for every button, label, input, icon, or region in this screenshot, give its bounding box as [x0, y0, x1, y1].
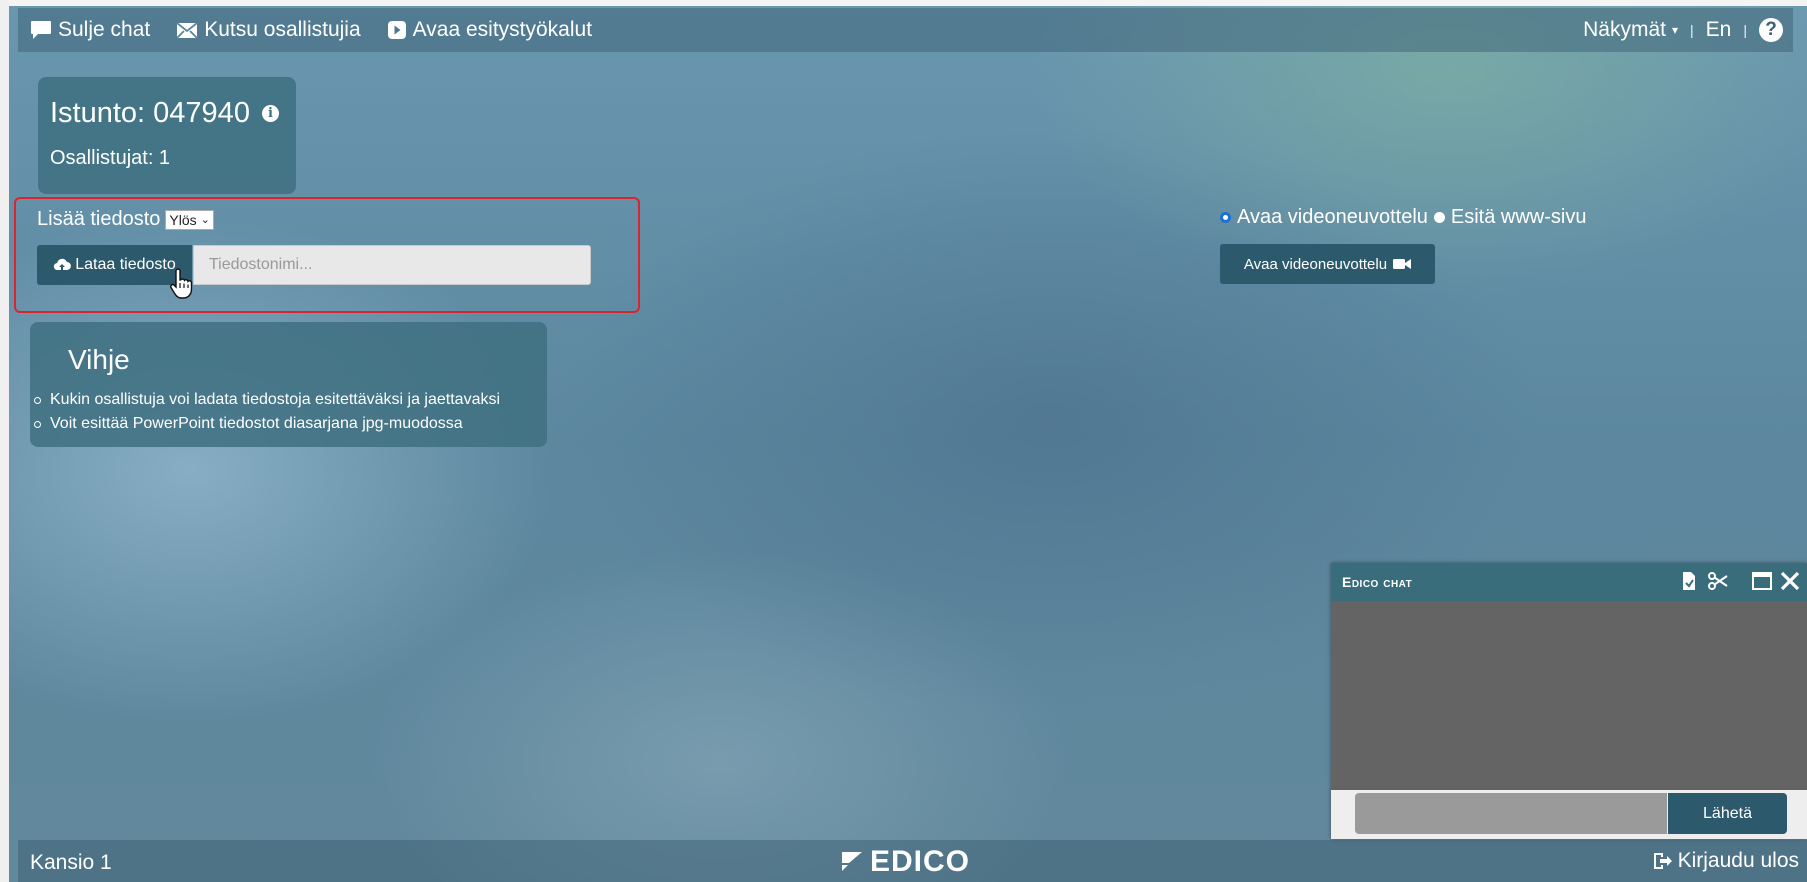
scissors-icon[interactable] [1707, 571, 1729, 591]
position-select[interactable]: Ylös ⌄ [165, 209, 214, 230]
chevron-down-icon: ⌄ [200, 214, 210, 226]
close-icon[interactable] [1779, 570, 1801, 592]
hint-item: Kukin osallistuja voi ladata tiedostoja … [34, 388, 500, 412]
window-left-edge [0, 0, 9, 882]
edico-logo-text: EDICO [870, 845, 971, 878]
views-dropdown[interactable]: Näkymät ▾ [1583, 18, 1678, 42]
views-label: Näkymät [1583, 18, 1666, 41]
session-title-row: Istunto: 047940 i [50, 97, 279, 130]
cloud-upload-icon [54, 258, 72, 271]
edico-logo: EDICO [840, 845, 970, 879]
chat-window: Edico chat Lähetä [1331, 563, 1807, 839]
radio-present-web-page-label: Esitä www-sivu [1450, 206, 1587, 228]
chat-composer: Lähetä [1331, 790, 1807, 839]
participants-count: Osallistujat: 1 [50, 147, 171, 169]
comment-icon [31, 21, 51, 39]
logout-link[interactable]: Kirjaudu ulos [1651, 849, 1799, 873]
video-camera-icon [1393, 259, 1412, 269]
hint-title: Vihje [68, 344, 130, 375]
presentation-mode-radios: Avaa videoneuvottelu Esitä www-sivu [1220, 206, 1586, 229]
filename-placeholder: Tiedostonimi... [209, 256, 313, 273]
open-video-meeting-label: Avaa videoneuvottelu [1243, 255, 1388, 273]
session-title: Istunto: 047940 [50, 97, 250, 129]
chat-header-controls [1671, 570, 1801, 592]
divider: | [1690, 22, 1694, 38]
info-icon[interactable]: i [261, 105, 279, 122]
envelope-icon [176, 21, 198, 39]
add-file-label: Lisää tiedosto [37, 208, 161, 230]
close-chat-button[interactable]: Sulje chat [30, 18, 150, 42]
window-top-edge [0, 0, 1807, 6]
language-link[interactable]: En [1706, 18, 1732, 42]
radio-open-video-meeting[interactable]: Avaa videoneuvottelu [1220, 206, 1428, 229]
add-file-row: Lisää tiedosto Ylös ⌄ [37, 208, 214, 231]
invite-participants-button[interactable]: Kutsu osallistujia [176, 18, 361, 42]
open-presentation-tools-button[interactable]: Avaa esitystyökalut [387, 18, 592, 42]
invite-participants-label: Kutsu osallistujia [204, 18, 361, 41]
top-toolbar: Sulje chat Kutsu osallistujia Avaa esity… [18, 8, 1793, 52]
chat-header[interactable]: Edico chat [1331, 563, 1807, 601]
maximize-icon[interactable] [1751, 571, 1773, 591]
radio-open-video-meeting-label: Avaa videoneuvottelu [1237, 206, 1428, 228]
document-check-icon[interactable] [1681, 571, 1697, 591]
radio-unselected-icon [1433, 212, 1445, 223]
close-chat-label: Sulje chat [58, 18, 151, 41]
radio-present-web-page[interactable]: Esitä www-sivu [1433, 206, 1587, 229]
play-icon [387, 21, 406, 39]
folder-name: Kansio 1 [30, 851, 112, 874]
open-presentation-tools-label: Avaa esitystyökalut [412, 18, 593, 41]
chat-send-button[interactable]: Lähetä [1668, 793, 1787, 834]
upload-file-label: Lataa tiedosto [75, 256, 176, 273]
chat-message-input[interactable] [1355, 793, 1667, 834]
edico-logo-icon [842, 852, 862, 871]
open-video-meeting-button[interactable]: Avaa videoneuvottelu [1220, 244, 1435, 284]
chat-title: Edico chat [1342, 574, 1413, 590]
session-panel: Istunto: 047940 i Osallistujat: 1 [38, 77, 296, 194]
radio-selected-icon [1220, 212, 1231, 223]
hint-list: Kukin osallistuja voi ladata tiedostoja … [34, 388, 500, 436]
logout-icon [1653, 853, 1672, 869]
hand-pointer-icon [170, 268, 193, 299]
caret-down-icon: ▾ [1672, 23, 1679, 37]
divider: | [1743, 22, 1747, 38]
position-select-value: Ylös [169, 211, 197, 228]
hint-item: Voit esittää PowerPoint tiedostot diasar… [34, 412, 500, 436]
help-icon[interactable]: ? [1759, 18, 1783, 42]
logout-label: Kirjaudu ulos [1677, 849, 1799, 872]
filename-input[interactable]: Tiedostonimi... [193, 245, 591, 285]
